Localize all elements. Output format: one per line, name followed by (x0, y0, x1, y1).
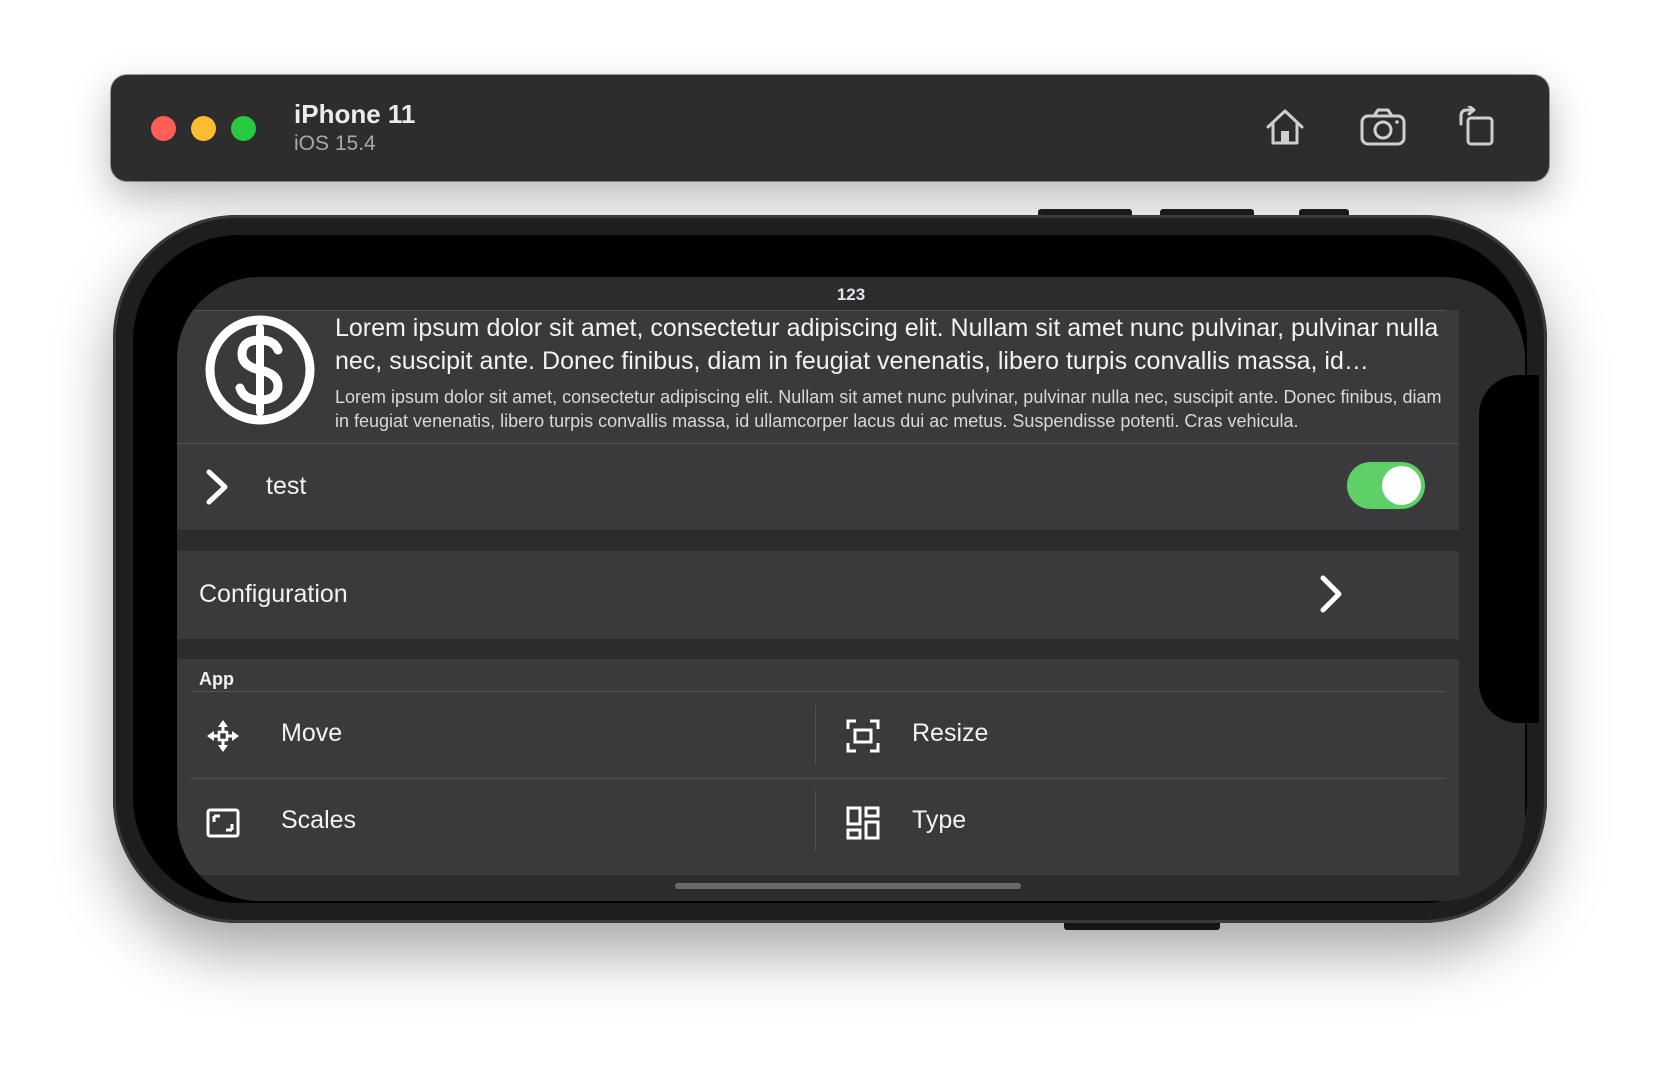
scales-label: Scales (281, 806, 357, 834)
section-header: App (199, 669, 234, 689)
rotate-button[interactable] (1449, 103, 1501, 151)
home-icon (1266, 109, 1304, 145)
os-version: iOS 15.4 (294, 132, 376, 155)
device-name: iPhone 11 (294, 99, 416, 129)
move-button[interactable]: Move (191, 691, 815, 779)
move-arrows-icon (207, 720, 239, 752)
dollar-circle-icon (205, 315, 315, 425)
minimize-window-button[interactable] (191, 116, 216, 141)
phone-bezel: 123 Lorem ipsum dolor sit amet, consecte… (133, 235, 1539, 903)
status-number: 123 (836, 285, 866, 304)
camera-icon (1360, 108, 1406, 146)
zoom-window-button[interactable] (231, 116, 256, 141)
move-label: Move (281, 719, 343, 747)
screenshot-button[interactable] (1357, 103, 1409, 151)
scale-frame-icon (206, 808, 240, 838)
type-label: Type (912, 806, 967, 834)
close-window-button[interactable] (151, 116, 176, 141)
card-title: Lorem ipsum dolor sit amet, consectetur … (335, 314, 1439, 375)
phone-screen: 123 Lorem ipsum dolor sit amet, consecte… (177, 277, 1525, 901)
iphone-device-frame: 123 Lorem ipsum dolor sit amet, consecte… (113, 215, 1547, 923)
resize-label: Resize (912, 719, 989, 747)
simulator-title-bar: iPhone 11 iOS 15.4 (111, 75, 1549, 181)
toggle-knob (1382, 466, 1421, 505)
configuration-label: Configuration (199, 580, 348, 608)
home-indicator[interactable] (675, 883, 1021, 889)
test-row[interactable] (177, 444, 1459, 530)
chevron-right-icon[interactable] (203, 468, 231, 506)
grid-layout-icon (846, 806, 880, 840)
card-subtitle: Lorem ipsum dolor sit amet, consectetur … (335, 387, 1442, 431)
rotate-icon (1459, 106, 1494, 146)
scales-button[interactable]: Scales (191, 778, 815, 866)
test-row-label: test (266, 472, 307, 500)
configuration-row[interactable] (177, 551, 1459, 639)
resize-frame-icon (846, 719, 880, 753)
resize-button[interactable]: Resize (816, 691, 1445, 779)
camera-notch (1479, 375, 1539, 723)
chevron-right-icon[interactable] (1317, 574, 1345, 614)
type-button[interactable]: Type (816, 778, 1445, 866)
test-toggle[interactable] (1347, 462, 1425, 509)
home-button[interactable] (1259, 103, 1311, 151)
divider (191, 310, 1445, 311)
